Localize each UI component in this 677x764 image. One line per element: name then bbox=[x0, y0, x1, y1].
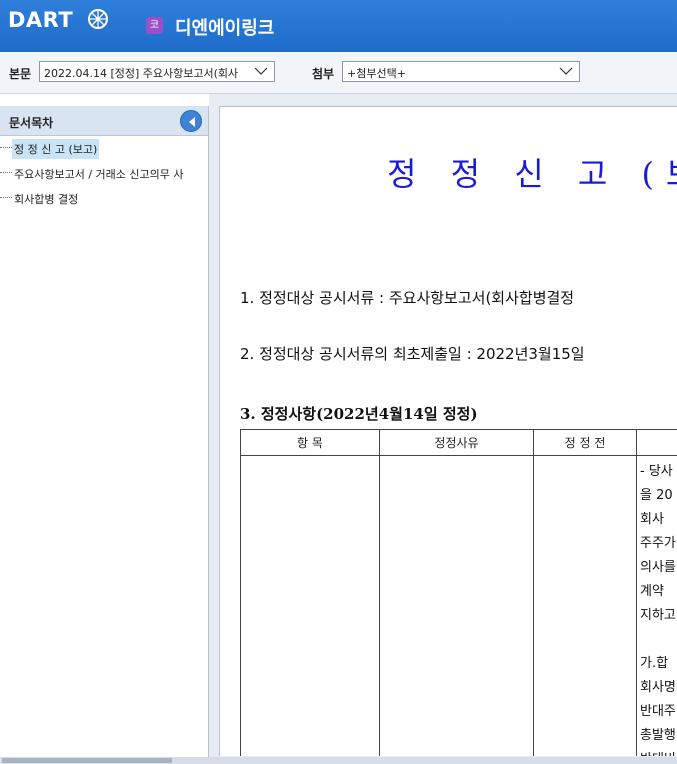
document-page: 정 정 신 고 (보고 1. 정정대상 공시서류 : 주요사항보고서(회사합병결… bbox=[219, 106, 677, 756]
toc-item-merger-decision[interactable]: 회사합병 결정 bbox=[0, 186, 208, 211]
correction-table: 항 목 정정사유 정 정 전 - 당사을 20 회사주주가의사를계약지하고 가.합… bbox=[240, 429, 677, 756]
table-cell bbox=[240, 455, 380, 756]
chevron-down-icon bbox=[254, 67, 268, 75]
after-correction-text: - 당사을 20 회사주주가의사를계약지하고 가.합회사명반대주총발행반대비 bbox=[637, 456, 677, 756]
toc-header: 문서목차 bbox=[0, 106, 208, 136]
document-title: 정 정 신 고 (보고 bbox=[387, 155, 677, 193]
table-cell bbox=[533, 455, 637, 756]
body-select-value: 2022.04.14 [정정] 주요사항보고서(회사 bbox=[44, 67, 239, 80]
table-header-row: 항 목 정정사유 정 정 전 bbox=[240, 429, 677, 456]
document-toolbar: 본문 2022.04.14 [정정] 주요사항보고서(회사 첨부 +첨부선택+ bbox=[0, 52, 677, 94]
after-text-line: 총발행 bbox=[640, 728, 676, 743]
column-header-reason: 정정사유 bbox=[379, 429, 534, 456]
attach-label: 첨부 bbox=[312, 67, 335, 81]
dart-logo-wheel-icon bbox=[88, 9, 108, 29]
scrollbar-thumb[interactable] bbox=[2, 758, 172, 763]
first-submission-line: 2. 정정대상 공시서류의 최초제출일 : 2022년3월15일 bbox=[240, 345, 585, 363]
tree-connector bbox=[0, 197, 12, 198]
top-header: DART 코 디엔에이링크 bbox=[0, 0, 677, 52]
column-header-item: 항 목 bbox=[240, 429, 380, 456]
after-text-line: 가.합 bbox=[640, 656, 669, 671]
toc-tree: 정 정 신 고 (보고) 주요사항보고서 / 거래소 신고의무 사 회사합병 결… bbox=[0, 136, 208, 211]
after-text-line bbox=[640, 628, 677, 652]
horizontal-scrollbar[interactable] bbox=[0, 757, 677, 764]
correction-target-line: 1. 정정대상 공시서류 : 주요사항보고서(회사합병결정 bbox=[240, 289, 575, 307]
attach-select-value: +첨부선택+ bbox=[347, 67, 406, 80]
toc-item-label: 회사합병 결정 bbox=[14, 193, 79, 206]
after-text-line: - 당사 bbox=[640, 464, 673, 479]
after-text-line: 의사를 bbox=[640, 560, 676, 575]
attachment-select[interactable]: +첨부선택+ bbox=[342, 61, 580, 82]
toc-item-correction-report[interactable]: 정 정 신 고 (보고) bbox=[0, 136, 208, 161]
collapse-panel-button[interactable] bbox=[180, 110, 202, 132]
after-text-line: 계약 bbox=[640, 584, 664, 599]
toc-item-major-report[interactable]: 주요사항보고서 / 거래소 신고의무 사 bbox=[0, 161, 208, 186]
chevron-left-icon bbox=[189, 117, 195, 127]
document-viewer: 정 정 신 고 (보고 1. 정정대상 공시서류 : 주요사항보고서(회사합병결… bbox=[209, 94, 677, 764]
after-text-line: 회사명 bbox=[640, 680, 676, 695]
toc-title: 문서목차 bbox=[9, 116, 54, 130]
after-text-line: 주주가 bbox=[640, 536, 676, 551]
tree-connector bbox=[0, 172, 12, 173]
body-label: 본문 bbox=[9, 67, 32, 81]
tree-connector bbox=[0, 147, 12, 148]
after-text-line: 지하고 bbox=[640, 608, 676, 623]
after-text-line: 반대비 bbox=[640, 748, 677, 756]
after-text-line: 반대주 bbox=[640, 704, 676, 719]
toc-panel: 문서목차 정 정 신 고 (보고) 주요사항보고서 / 거래소 신고의무 사 회… bbox=[0, 106, 209, 764]
body-document-select[interactable]: 2022.04.14 [정정] 주요사항보고서(회사 bbox=[39, 61, 275, 82]
table-row: - 당사을 20 회사주주가의사를계약지하고 가.합회사명반대주총발행반대비 bbox=[240, 455, 677, 756]
toc-item-label: 정 정 신 고 (보고) bbox=[12, 139, 100, 159]
chevron-down-icon bbox=[559, 67, 573, 75]
table-cell-after: - 당사을 20 회사주주가의사를계약지하고 가.합회사명반대주총발행반대비 bbox=[636, 455, 677, 756]
dart-logo[interactable]: DART bbox=[8, 8, 73, 34]
table-cell bbox=[379, 455, 534, 756]
toc-item-label: 주요사항보고서 / 거래소 신고의무 사 bbox=[14, 168, 184, 181]
company-market-badge: 코 bbox=[146, 17, 163, 34]
after-text-line: 회사 bbox=[640, 512, 664, 527]
after-text-line: 을 20 bbox=[640, 488, 673, 503]
column-header-before: 정 정 전 bbox=[533, 429, 637, 456]
column-header-after bbox=[636, 429, 677, 456]
company-name: 디엔에이링크 bbox=[175, 18, 275, 39]
correction-section-heading: 3. 정정사항(2022년4월14일 정정) bbox=[240, 405, 478, 423]
